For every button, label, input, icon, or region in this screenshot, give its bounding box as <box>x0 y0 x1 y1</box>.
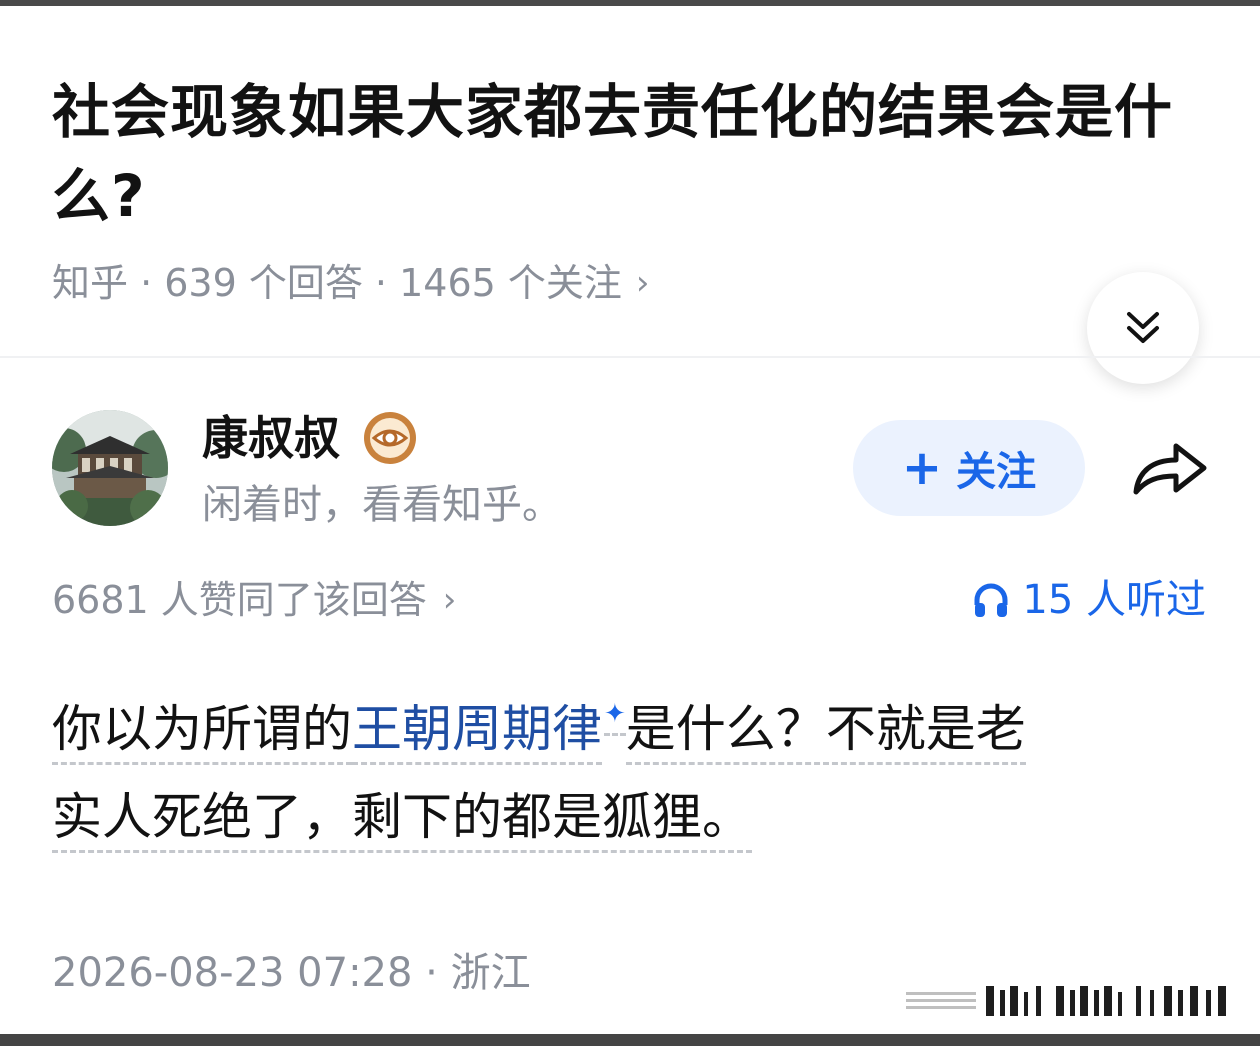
avatar[interactable] <box>52 410 168 526</box>
chevron-right-icon: › <box>635 263 650 303</box>
spark-icon: ✦ <box>604 699 626 736</box>
eye-badge-icon <box>364 412 416 464</box>
listen-count[interactable]: 15 人听过 <box>972 574 1206 626</box>
question-meta-text: 知乎 · 639 个回答 · 1465 个关注 <box>52 261 622 305</box>
upvote-summary[interactable]: 6681 人赞同了该回答 › <box>52 574 456 626</box>
question-title[interactable]: 社会现象如果大家都去责任化的结果会是什么? <box>52 70 1202 238</box>
wiki-link-term[interactable]: 王朝周期律 <box>352 700 602 765</box>
author-bio: 闲着时，看看知乎。 <box>202 482 562 528</box>
bottom-edge <box>0 1034 1260 1046</box>
listen-count-text: 15 人听过 <box>1022 577 1206 623</box>
author-name[interactable]: 康叔叔 <box>202 408 340 468</box>
timestamp-location: 2026-08-23 07:28 · 浙江 <box>52 950 531 996</box>
follow-button[interactable]: + 关注 <box>853 420 1085 516</box>
upvote-summary-text: 6681 人赞同了该回答 <box>52 578 427 622</box>
collapse-button[interactable] <box>1087 272 1199 384</box>
top-edge <box>0 0 1260 6</box>
question-meta[interactable]: 知乎 · 639 个回答 · 1465 个关注 › <box>52 258 649 308</box>
avatar-image <box>52 410 168 526</box>
double-chevron-down-icon <box>1127 312 1159 343</box>
answer-text-line2: 实人死绝了，剩下的都是狐狸。 <box>52 788 752 853</box>
answer-body: 你以为所谓的王朝周期律✦是什么？不就是老 实人死绝了，剩下的都是狐狸。 <box>52 670 1212 861</box>
plus-icon: + <box>901 440 943 496</box>
chevron-right-icon: › <box>442 580 457 620</box>
follow-label: 关注 <box>956 449 1037 495</box>
watermark-logo <box>906 986 1226 1016</box>
answer-text-part1: 你以为所谓的 <box>52 700 352 765</box>
headphones-icon <box>974 583 1008 617</box>
share-arrow-icon[interactable] <box>1130 436 1210 500</box>
divider <box>0 356 1260 358</box>
answer-text-part2: 是什么？不就是老 <box>625 700 1026 765</box>
